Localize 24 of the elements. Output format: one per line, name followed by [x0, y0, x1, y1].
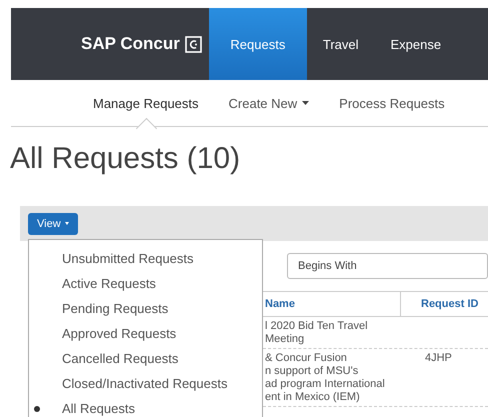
menu-item[interactable]: Unsubmitted Requests	[29, 246, 262, 271]
menu-item[interactable]: All Requests	[29, 396, 262, 417]
subnav-link[interactable]: Manage Requests	[93, 92, 199, 114]
menu-item[interactable]: Cancelled Requests	[29, 346, 262, 371]
menu-item[interactable]: Approved Requests	[29, 321, 262, 346]
logo-icon	[184, 36, 202, 52]
caret-icon	[302, 101, 310, 105]
menu-item[interactable]: Pending Requests	[29, 296, 262, 321]
nav-tab[interactable]: Requests	[208, 8, 307, 80]
table-cell-text: 4JHP	[424, 352, 452, 366]
nav-tab[interactable]: Travel	[306, 8, 375, 80]
subnav-link[interactable]: Process Requests	[339, 92, 445, 114]
logo-text: SAP Concur	[81, 34, 180, 54]
subnav-link[interactable]: Create New	[228, 92, 310, 114]
filter-field[interactable]: Begins With	[287, 253, 488, 279]
nav-tab[interactable]: Expense	[374, 8, 458, 80]
table-cell-text: l 2020 Bid Ten Travel Meeting	[264, 320, 369, 346]
caret-icon	[64, 222, 69, 225]
table-cell-text: & Concur Fusion n support of MSU's ad program International ent in Mexico (IEM)	[264, 352, 386, 404]
menu-item[interactable]: Active Requests	[29, 271, 262, 296]
page-title: All Requests (10)	[10, 142, 242, 177]
menu-item[interactable]: Closed/Inactivated Requests	[29, 371, 262, 396]
column-header[interactable]: Request ID	[401, 298, 478, 310]
view-button[interactable]: View	[28, 212, 78, 234]
